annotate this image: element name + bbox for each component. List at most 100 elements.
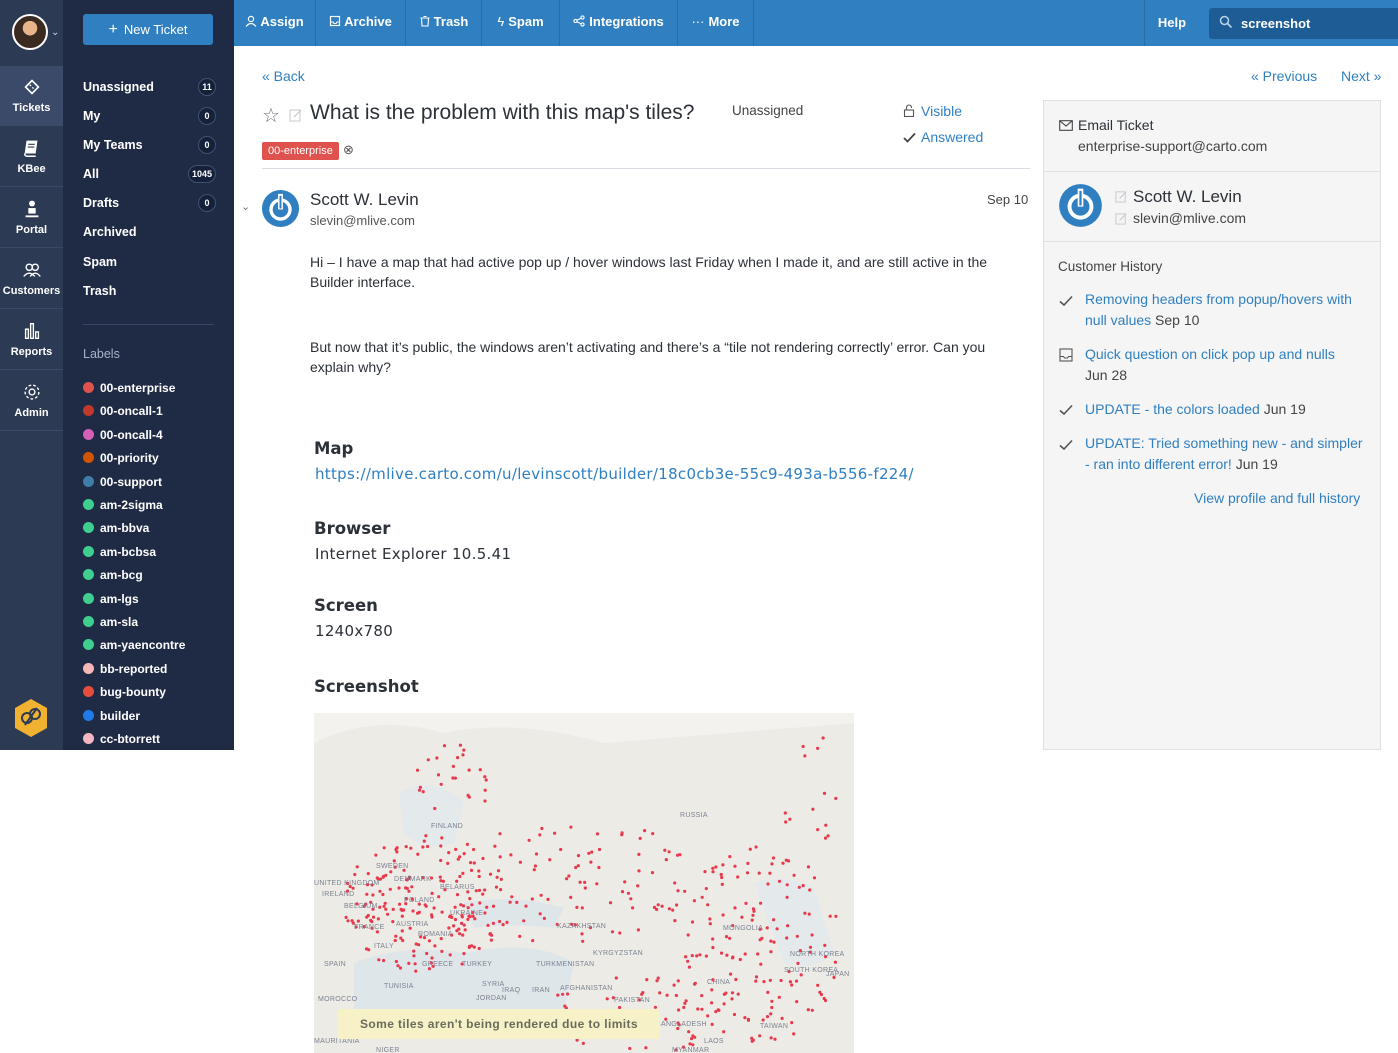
map-point bbox=[391, 920, 395, 924]
label-item[interactable]: cc-btorrett bbox=[83, 729, 160, 749]
gear-icon bbox=[23, 384, 40, 400]
view-profile-link[interactable]: View profile and full history bbox=[1194, 490, 1360, 506]
history-item[interactable]: UPDATE: Tried something new - and simple… bbox=[1085, 433, 1367, 475]
rail-item-tickets[interactable]: Tickets bbox=[0, 66, 63, 126]
map-point bbox=[720, 875, 724, 880]
map-point bbox=[623, 880, 627, 884]
label-item[interactable]: bug-bounty bbox=[83, 682, 166, 702]
assignee-dropdown[interactable]: Unassigned bbox=[732, 103, 803, 118]
map-point bbox=[587, 851, 591, 855]
map-point bbox=[459, 903, 463, 907]
map-point bbox=[744, 901, 748, 905]
rail-item-kbee[interactable]: KBee bbox=[0, 127, 63, 187]
folder-archived[interactable]: Archived bbox=[83, 221, 216, 243]
edit-icon[interactable] bbox=[289, 108, 303, 122]
map-point bbox=[453, 917, 458, 922]
map-point bbox=[458, 874, 462, 879]
search-input[interactable] bbox=[1241, 8, 1391, 39]
channel-label: Email Ticket bbox=[1078, 117, 1154, 133]
remove-tag-icon[interactable]: ⊗ bbox=[343, 142, 354, 158]
history-item[interactable]: Quick question on click pop up and nulls… bbox=[1085, 344, 1367, 386]
screenshot-map-image[interactable]: RUSSIA FINLAND SWEDEN DENMARK UNITED KINGDOM… bbox=[314, 713, 854, 1053]
map-point bbox=[488, 872, 493, 876]
map-url-link[interactable]: https://mlive.carto.com/u/levinscott/bui… bbox=[315, 465, 914, 483]
label-item[interactable]: bb-reported bbox=[83, 659, 167, 679]
map-point bbox=[757, 871, 761, 875]
label-item[interactable]: 00-enterprise bbox=[83, 378, 175, 398]
label-color-dot bbox=[83, 662, 94, 674]
collapse-chevron-icon[interactable]: ⌄ bbox=[241, 200, 250, 213]
history-item[interactable]: Removing headers from popup/hovers with … bbox=[1085, 289, 1367, 331]
map-point bbox=[494, 885, 499, 889]
more-button[interactable]: ··· More bbox=[678, 0, 754, 46]
map-point bbox=[455, 879, 459, 883]
assign-button[interactable]: Assign bbox=[234, 0, 316, 46]
status-dropdown[interactable]: Answered bbox=[921, 129, 983, 145]
label-item[interactable]: builder bbox=[83, 706, 140, 726]
folder-count: 0 bbox=[198, 136, 216, 154]
folder-trash[interactable]: Trash bbox=[83, 280, 216, 302]
map-point bbox=[356, 919, 360, 923]
map-point bbox=[438, 875, 442, 879]
label-color-dot bbox=[83, 452, 94, 464]
map-point bbox=[810, 933, 814, 937]
folder-my[interactable]: My 0 bbox=[83, 105, 216, 127]
edit-icon[interactable] bbox=[1115, 212, 1128, 225]
star-icon[interactable]: ☆ bbox=[262, 103, 280, 128]
label-item[interactable]: am-bcbsa bbox=[83, 542, 156, 562]
previous-link[interactable]: « Previous bbox=[1251, 68, 1317, 84]
label-item[interactable]: am-bbva bbox=[83, 518, 149, 538]
rail-item-portal[interactable]: Portal bbox=[0, 188, 63, 248]
ticket-label-tag[interactable]: 00-enterprise bbox=[262, 142, 339, 160]
map-point bbox=[736, 992, 740, 996]
map-point bbox=[440, 910, 444, 914]
map-point bbox=[421, 845, 425, 849]
rail-item-reports[interactable]: Reports bbox=[0, 310, 63, 370]
sidebar-divider bbox=[83, 324, 214, 325]
back-link[interactable]: « Back bbox=[262, 68, 305, 84]
visibility-toggle[interactable]: Visible bbox=[921, 103, 962, 119]
map-point bbox=[803, 911, 807, 915]
folder-all[interactable]: All 1045 bbox=[83, 163, 216, 185]
folder-my-teams[interactable]: My Teams 0 bbox=[83, 134, 216, 156]
map-point bbox=[383, 901, 387, 905]
label-item[interactable]: 00-priority bbox=[83, 448, 159, 468]
label-item[interactable]: am-yaencontre bbox=[83, 635, 185, 655]
help-button[interactable]: Help bbox=[1144, 0, 1199, 46]
label-item[interactable]: 00-oncall-4 bbox=[83, 425, 163, 445]
map-point bbox=[777, 995, 781, 999]
edit-icon[interactable] bbox=[1115, 190, 1128, 203]
label-item[interactable]: 00-support bbox=[83, 472, 162, 492]
map-point bbox=[780, 1016, 784, 1020]
label-item[interactable]: am-lgs bbox=[83, 589, 139, 609]
map-point bbox=[754, 845, 758, 849]
new-ticket-button[interactable]: + New Ticket bbox=[83, 14, 213, 45]
label-item[interactable]: 00-oncall-1 bbox=[83, 401, 163, 421]
trash-button[interactable]: Trash bbox=[406, 0, 482, 46]
integrations-button[interactable]: Integrations bbox=[560, 0, 678, 46]
folder-drafts[interactable]: Drafts 0 bbox=[83, 192, 216, 214]
user-avatar[interactable] bbox=[12, 14, 48, 50]
folder-unassigned[interactable]: Unassigned 11 bbox=[83, 76, 216, 98]
map-point bbox=[382, 846, 386, 850]
map-point bbox=[400, 914, 404, 918]
map-country-label: CHINA bbox=[707, 979, 731, 986]
folder-spam[interactable]: Spam bbox=[83, 251, 216, 273]
history-item[interactable]: UPDATE - the colors loaded Jun 19 bbox=[1085, 399, 1367, 420]
spam-button[interactable]: ϟ Spam bbox=[482, 0, 560, 46]
label-item[interactable]: am-sla bbox=[83, 612, 138, 632]
map-point bbox=[462, 923, 466, 927]
map-country-label: ROMANIA bbox=[418, 931, 453, 938]
next-link[interactable]: Next » bbox=[1341, 68, 1381, 84]
label-item[interactable]: am-2sigma bbox=[83, 495, 163, 515]
map-point bbox=[462, 748, 466, 752]
rail-item-admin[interactable]: Admin bbox=[0, 371, 63, 431]
map-country-label: TUNISIA bbox=[384, 983, 414, 990]
map-country-label: RUSSIA bbox=[680, 812, 708, 819]
map-point bbox=[704, 954, 708, 958]
map-point bbox=[489, 938, 493, 942]
label-item[interactable]: am-bcg bbox=[83, 565, 143, 585]
chevron-down-icon[interactable]: ⌄ bbox=[51, 27, 59, 38]
rail-item-customers[interactable]: Customers bbox=[0, 249, 63, 309]
archive-button[interactable]: Archive bbox=[316, 0, 406, 46]
